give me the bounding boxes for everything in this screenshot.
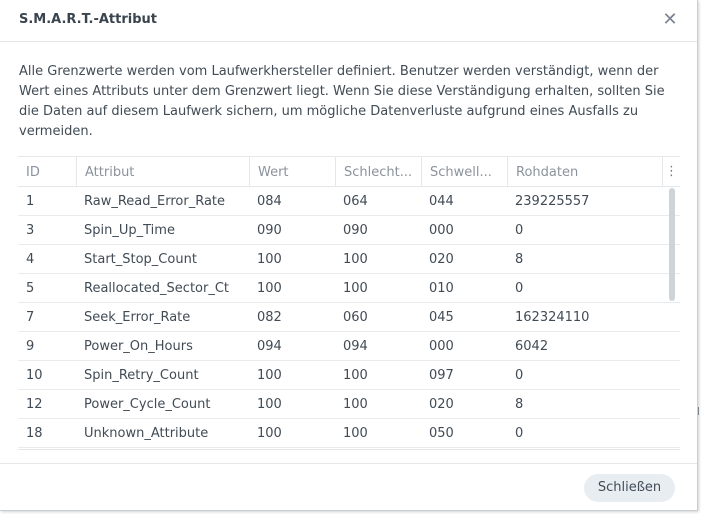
cell-worst: 064 [343,194,368,209]
column-header-attribute[interactable]: Attribut [76,157,249,186]
cell-worst: 100 [343,252,368,267]
column-header-id[interactable]: ID [18,157,76,186]
column-header-value[interactable]: Wert [249,157,335,186]
cell-attribute: Power_Cycle_Count [84,397,211,412]
table-scrollbar[interactable] [669,188,675,301]
cell-id: 4 [26,252,35,267]
table-body: 1 Raw_Read_Error_Rate 084 064 044 239225557 3 S… [18,187,680,448]
cell-threshold: 050 [429,426,454,441]
table-row[interactable]: 9 Power_On_Hours 094 094 000 6042 [18,332,680,361]
dialog-footer: Schließen [0,463,697,511]
cell-value: 100 [257,281,282,296]
dialog-titlebar: S.M.A.R.T.-Attribut ✕ [0,0,697,42]
cell-raw-data: 8 [515,252,524,267]
cell-id: 3 [26,223,35,238]
close-icon[interactable]: ✕ [660,10,680,30]
cell-attribute: Spin_Up_Time [84,223,175,238]
cell-worst: 090 [343,223,368,238]
cell-value: 084 [257,194,282,209]
cell-id: 7 [26,310,35,325]
cell-id: 1 [26,194,35,209]
table-row[interactable]: 18 Unknown_Attribute 100 100 050 0 [18,419,680,448]
cell-value: 100 [257,252,282,267]
table-row[interactable]: 10 Spin_Retry_Count 100 100 097 0 [18,361,680,390]
smart-attribute-table: ID Attribut Wert Schlecht... Schwell... … [18,156,680,450]
cell-raw-data: 0 [515,368,524,383]
cell-threshold: 000 [429,223,454,238]
cell-raw-data: 8 [515,397,524,412]
table-row[interactable]: 7 Seek_Error_Rate 082 060 045 162324110 [18,303,680,332]
smart-attribute-dialog: S.M.A.R.T.-Attribut ✕ Alle Grenzwerte we… [0,0,698,511]
table-row[interactable]: 5 Reallocated_Sector_Ct 100 100 010 0 [18,274,680,303]
cell-raw-data: 0 [515,223,524,238]
cell-value: 090 [257,223,282,238]
cell-worst: 100 [343,397,368,412]
table-row[interactable]: 4 Start_Stop_Count 100 100 020 8 [18,245,680,274]
cell-id: 12 [26,397,43,412]
column-header-threshold[interactable]: Schwell... [421,157,507,186]
cell-attribute: Unknown_Attribute [84,426,209,441]
cell-value: 100 [257,368,282,383]
cell-raw-data: 239225557 [515,194,590,209]
cell-raw-data: 162324110 [515,310,590,325]
cell-id: 9 [26,339,35,354]
column-header-worst[interactable]: Schlecht... [335,157,421,186]
dialog-title: S.M.A.R.T.-Attribut [19,12,157,27]
cell-attribute: Seek_Error_Rate [84,310,191,325]
cell-threshold: 020 [429,397,454,412]
cell-attribute: Power_On_Hours [84,339,193,354]
cell-value: 100 [257,397,282,412]
cell-threshold: 000 [429,339,454,354]
cell-worst: 094 [343,339,368,354]
cell-value: 082 [257,310,282,325]
table-row[interactable]: 3 Spin_Up_Time 090 090 000 0 [18,216,680,245]
close-button[interactable]: Schließen [584,474,675,502]
vertical-dots-icon[interactable]: ⋮ [662,157,680,186]
cell-raw-data: 0 [515,426,524,441]
table-row[interactable]: 1 Raw_Read_Error_Rate 084 064 044 239225557 [18,187,680,216]
cell-raw-data: 6042 [515,339,549,354]
cell-value: 100 [257,426,282,441]
cell-threshold: 020 [429,252,454,267]
cell-attribute: Start_Stop_Count [84,252,197,267]
cell-threshold: 010 [429,281,454,296]
cell-worst: 100 [343,281,368,296]
cell-threshold: 097 [429,368,454,383]
cell-worst: 100 [343,368,368,383]
cell-worst: 060 [343,310,368,325]
cell-attribute: Spin_Retry_Count [84,368,199,383]
table-row[interactable]: 12 Power_Cycle_Count 100 100 020 8 [18,390,680,419]
cell-worst: 100 [343,426,368,441]
cell-id: 10 [26,368,43,383]
cell-raw-data: 0 [515,281,524,296]
cell-value: 094 [257,339,282,354]
cell-attribute: Reallocated_Sector_Ct [84,281,230,296]
window-edge-marker [698,407,699,415]
table-header: ID Attribut Wert Schlecht... Schwell... … [18,157,680,187]
column-header-raw-data[interactable]: Rohdaten [507,157,662,186]
cell-attribute: Raw_Read_Error_Rate [84,194,226,209]
cell-id: 5 [26,281,35,296]
dialog-description: Alle Grenzwerte werden vom Laufwerkherst… [19,64,665,139]
cell-id: 18 [26,426,43,441]
cell-threshold: 044 [429,194,454,209]
cell-threshold: 045 [429,310,454,325]
